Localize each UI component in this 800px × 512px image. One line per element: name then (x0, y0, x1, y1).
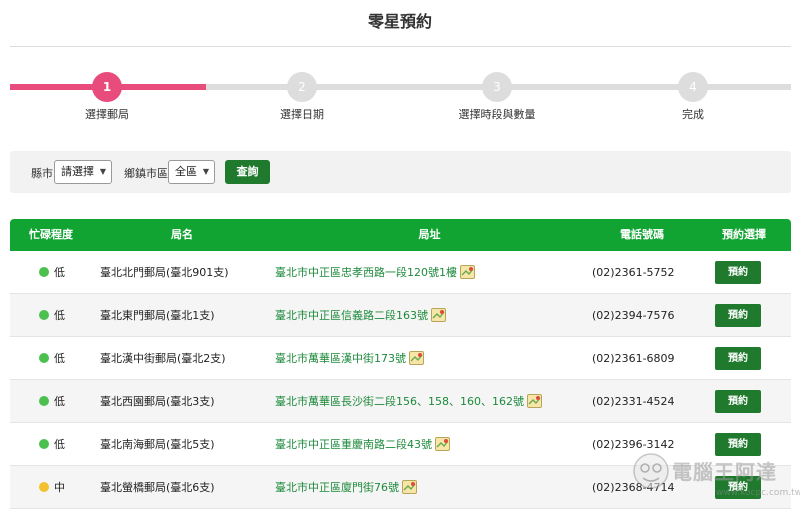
step-3: 3 選擇時段與數量 (422, 72, 572, 122)
busy-level-text: 低 (54, 266, 65, 279)
office-address: 臺北市中正區忠孝西路一段120號1樓 (275, 251, 475, 294)
address-link[interactable]: 臺北市中正區信義路二段163號 (275, 309, 428, 322)
step-4-label: 完成 (682, 108, 704, 121)
chevron-down-icon: ▼ (99, 167, 106, 176)
map-icon[interactable] (431, 308, 446, 322)
reserve-button[interactable]: 預約 (715, 390, 761, 413)
office-address: 臺北市中正區重慶南路二段43號 (275, 423, 450, 466)
watermark-url: www.kocpc.com.tw (716, 488, 800, 498)
county-select[interactable]: 請選擇 ▼ (54, 160, 112, 184)
reserve-button[interactable]: 預約 (715, 261, 761, 284)
busy-low-dot (39, 267, 49, 277)
map-icon[interactable] (409, 351, 424, 365)
office-name: 臺北螢橋郵局(臺北6支) (100, 481, 215, 494)
busy-low-dot (39, 396, 49, 406)
district-select[interactable]: 全區 ▼ (168, 160, 215, 184)
office-phone: (02)2361-5752 (592, 266, 675, 279)
step-3-label: 選擇時段與數量 (458, 108, 536, 121)
table-row: 低 臺北北門郵局(臺北901支) 臺北市中正區忠孝西路一段120號1樓 (02)… (10, 251, 791, 294)
busy-level-text: 低 (54, 309, 65, 322)
district-label: 鄉鎮市區 (124, 167, 168, 180)
office-name: 臺北漢中街郵局(臺北2支) (100, 352, 226, 365)
address-link[interactable]: 臺北市萬華區長沙街二段156、158、160、162號 (275, 395, 524, 408)
busy-level: 低 (39, 423, 65, 466)
title-divider (10, 46, 791, 47)
map-icon[interactable] (460, 265, 475, 279)
watermark: 電腦王阿達 www.kocpc.com.tw (630, 448, 800, 508)
busy-level: 低 (39, 380, 65, 423)
mascot-face-icon (633, 453, 669, 489)
step-1-label: 選擇郵局 (85, 108, 129, 121)
address-link[interactable]: 臺北市中正區忠孝西路一段120號1樓 (275, 266, 457, 279)
reserve-button[interactable]: 預約 (715, 347, 761, 370)
busy-level-text: 中 (54, 481, 65, 494)
watermark-text: 電腦王阿達 (672, 460, 777, 484)
county-label: 縣市 (31, 167, 53, 180)
map-icon[interactable] (435, 437, 450, 451)
table-row: 低 臺北西園郵局(臺北3支) 臺北市萬華區長沙街二段156、158、160、16… (10, 380, 791, 423)
step-2: 2 選擇日期 (227, 72, 377, 122)
query-button[interactable]: 查詢 (225, 160, 270, 184)
progress-stepper: 1 選擇郵局 2 選擇日期 3 選擇時段與數量 4 完成 (10, 72, 791, 122)
step-3-circle: 3 (482, 72, 512, 102)
district-select-value: 全區 (175, 165, 197, 178)
address-link[interactable]: 臺北市萬華區漢中街173號 (275, 352, 406, 365)
header-office-name: 局名 (171, 228, 193, 241)
busy-level-text: 低 (54, 438, 65, 451)
busy-level: 低 (39, 294, 65, 337)
office-address: 臺北市中正區信義路二段163號 (275, 294, 446, 337)
busy-low-dot (39, 310, 49, 320)
office-address: 臺北市中正區廈門街76號 (275, 466, 417, 509)
office-name: 臺北東門郵局(臺北1支) (100, 309, 215, 322)
table-row: 低 臺北漢中街郵局(臺北2支) 臺北市萬華區漢中街173號 (02)2361-6… (10, 337, 791, 380)
chevron-down-icon: ▼ (202, 167, 209, 176)
office-name: 臺北北門郵局(臺北901支) (100, 266, 229, 279)
office-name: 臺北西園郵局(臺北3支) (100, 395, 215, 408)
step-1-circle: 1 (92, 72, 122, 102)
office-address: 臺北市萬華區漢中街173號 (275, 337, 424, 380)
header-reserve: 預約選擇 (722, 228, 766, 241)
map-icon[interactable] (526, 394, 542, 408)
step-2-circle: 2 (287, 72, 317, 102)
office-phone: (02)2361-6809 (592, 352, 675, 365)
office-phone: (02)2394-7576 (592, 309, 675, 322)
address-link[interactable]: 臺北市中正區廈門街76號 (275, 481, 399, 494)
office-phone: (02)2331-4524 (592, 395, 675, 408)
busy-low-dot (39, 439, 49, 449)
address-link[interactable]: 臺北市中正區重慶南路二段43號 (275, 438, 432, 451)
table-row: 低 臺北東門郵局(臺北1支) 臺北市中正區信義路二段163號 (02)2394-… (10, 294, 791, 337)
page-title: 零星預約 (367, 12, 432, 31)
header-phone: 電話號碼 (620, 228, 664, 241)
office-name: 臺北南海郵局(臺北5支) (100, 438, 215, 451)
step-1: 1 選擇郵局 (32, 72, 182, 122)
office-address: 臺北市萬華區長沙街二段156、158、160、162號 (275, 380, 542, 423)
step-2-label: 選擇日期 (280, 108, 324, 121)
table-header: 忙碌程度 局名 局址 電話號碼 預約選擇 (10, 219, 791, 251)
busy-level-text: 低 (54, 395, 65, 408)
header-address: 局址 (418, 228, 441, 241)
busy-level: 低 (39, 251, 65, 294)
header-busy-level: 忙碌程度 (29, 228, 73, 241)
busy-medium-dot (39, 482, 49, 492)
busy-level-text: 低 (54, 352, 65, 365)
reserve-button[interactable]: 預約 (715, 304, 761, 327)
step-4-circle: 4 (678, 72, 708, 102)
busy-low-dot (39, 353, 49, 363)
map-icon[interactable] (402, 480, 417, 494)
county-select-value: 請選擇 (61, 165, 94, 178)
busy-level: 低 (39, 337, 65, 380)
filter-bar: 縣市 請選擇 ▼ 鄉鎮市區 全區 ▼ 查詢 (10, 151, 791, 193)
step-4: 4 完成 (618, 72, 768, 122)
busy-level: 中 (39, 466, 65, 509)
